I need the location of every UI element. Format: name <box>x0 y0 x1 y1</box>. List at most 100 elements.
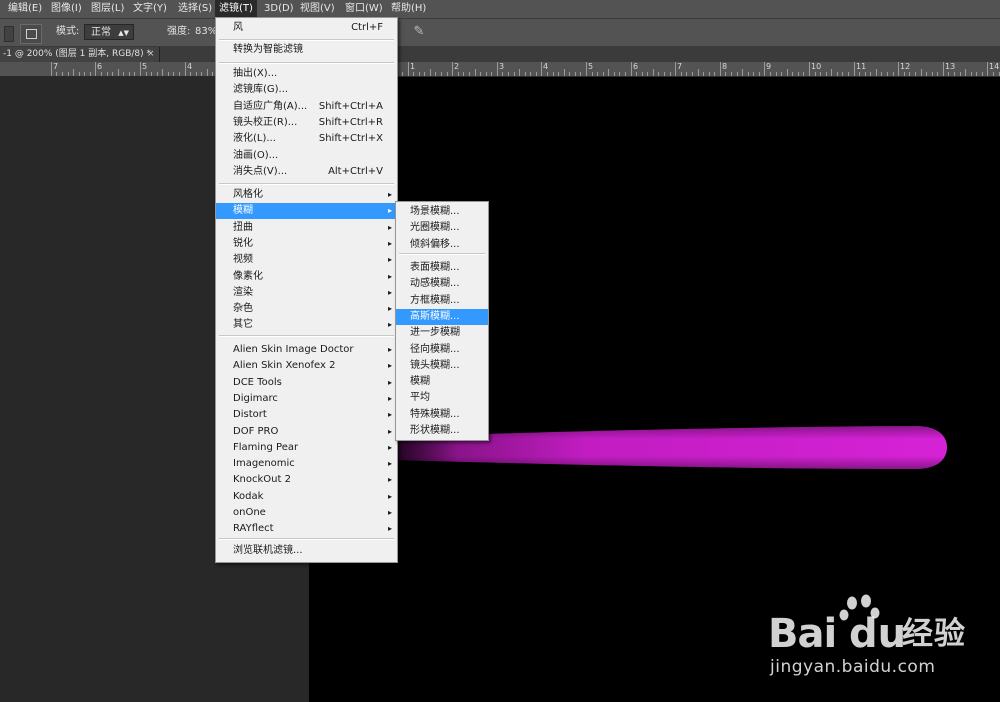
document-tab[interactable]: -1 @ 200% (图层 1 副本, RGB/8) * × <box>0 47 160 62</box>
blur-item-7[interactable]: 高斯模糊... <box>396 308 488 325</box>
ruler-minor-tick <box>424 72 425 76</box>
ruler-minor-tick <box>954 72 955 76</box>
filter-category-6[interactable]: 像素化 ▸ <box>216 269 397 285</box>
blur-item-14[interactable]: 形状模糊... <box>396 423 488 439</box>
blur-item-6[interactable]: 方框模糊... <box>396 293 488 309</box>
filter-category-3[interactable]: 扭曲 ▸ <box>216 220 397 236</box>
horizontal-ruler[interactable]: 76543210123456789101112131415 <box>0 62 1000 77</box>
filter-category-4[interactable]: 锐化 ▸ <box>216 236 397 252</box>
filter-category-9[interactable]: 其它 ▸ <box>216 317 397 333</box>
plugin-filter-3[interactable]: DCE Tools ▸ <box>216 375 397 391</box>
plugin-filter-2[interactable]: Alien Skin Xenofex 2 ▸ <box>216 358 397 374</box>
filter-item-1[interactable]: 抽出(X)... <box>216 66 397 82</box>
menu-window[interactable]: 窗口(W) <box>341 0 387 18</box>
ruler-minor-tick <box>430 69 431 76</box>
filter-category-1[interactable]: 风格化 ▸ <box>216 187 397 203</box>
filter-item-4-shortcut: Shift+Ctrl+R <box>318 116 383 128</box>
plugin-filter-6-label: DOF PRO <box>233 425 279 437</box>
plugin-filter-10[interactable]: Kodak ▸ <box>216 489 397 505</box>
filter-category-8[interactable]: 杂色 ▸ <box>216 301 397 317</box>
convert-smart-filter-item[interactable]: 转换为智能滤镜 <box>216 42 397 58</box>
filter-item-2[interactable]: 滤镜库(G)... <box>216 82 397 98</box>
brush-preset-icon[interactable] <box>20 24 42 44</box>
menu-select[interactable]: 选择(S) <box>174 0 216 18</box>
filter-category-7[interactable]: 渲染 ▸ <box>216 285 397 301</box>
ruler-major-tick <box>631 62 632 76</box>
menu-3d[interactable]: 3D(D) <box>260 0 298 18</box>
pressure-brush-icon[interactable]: ✎ <box>410 23 428 41</box>
blur-item-9[interactable]: 径向模糊... <box>396 342 488 358</box>
plugin-filter-1-label: Alien Skin Image Doctor <box>233 344 354 355</box>
blur-item-3[interactable]: 倾斜偏移... <box>396 237 488 253</box>
menu-layer[interactable]: 图层(L) <box>87 0 128 18</box>
menu-image[interactable]: 图像(I) <box>47 0 86 18</box>
plugin-filter-1[interactable]: Alien Skin Image Doctor ▸ <box>216 342 397 358</box>
menu-filter[interactable]: 滤镜(T) <box>215 0 257 18</box>
plugin-filter-7-label: Flaming Pear <box>233 441 299 453</box>
submenu-arrow-icon: ▸ <box>387 426 392 436</box>
browse-online-filters-item[interactable]: 浏览联机滤镜... <box>216 543 397 559</box>
ruler-minor-tick <box>976 72 977 76</box>
ruler-minor-tick <box>904 72 905 76</box>
ruler-minor-tick <box>73 69 74 76</box>
plugin-filter-12[interactable]: RAYflect ▸ <box>216 521 397 537</box>
last-filter-item[interactable]: 风 Ctrl+F <box>216 20 397 36</box>
plugin-filter-7[interactable]: Flaming Pear ▸ <box>216 440 397 456</box>
ruler-minor-tick <box>982 72 983 76</box>
strength-value[interactable]: 83% <box>195 25 217 39</box>
plugin-filter-8[interactable]: Imagenomic ▸ <box>216 456 397 472</box>
close-icon[interactable]: × <box>147 47 155 62</box>
blur-item-8[interactable]: 进一步模糊 <box>396 325 488 341</box>
filter-item-6[interactable]: 油画(O)... <box>216 148 397 164</box>
blur-item-4[interactable]: 表面模糊... <box>396 260 488 276</box>
ruler-label: 11 <box>856 62 867 71</box>
ruler-minor-tick <box>536 72 537 76</box>
ruler-minor-tick <box>625 72 626 76</box>
ruler-minor-tick <box>519 69 520 76</box>
ruler-minor-tick <box>781 72 782 76</box>
ruler-minor-tick <box>107 72 108 76</box>
menu-edit[interactable]: 编辑(E) <box>4 0 46 18</box>
filter-category-2[interactable]: 模糊 ▸ <box>216 203 397 220</box>
filter-category-3-label: 扭曲 <box>233 221 253 233</box>
browse-online-filters-label: 浏览联机滤镜... <box>233 545 303 556</box>
filter-item-7[interactable]: 消失点(V)... Alt+Ctrl+V <box>216 164 397 180</box>
blur-item-10[interactable]: 镜头模糊... <box>396 358 488 374</box>
menu-type[interactable]: 文字(Y) <box>129 0 171 18</box>
ruler-minor-tick <box>619 72 620 76</box>
blur-item-2[interactable]: 光圈模糊... <box>396 220 488 236</box>
plugin-filter-5-label: Distort <box>233 409 267 421</box>
filter-item-3[interactable]: 自适应广角(A)... Shift+Ctrl+A <box>216 99 397 115</box>
blur-item-8-label: 进一步模糊 <box>410 327 460 339</box>
blur-item-1[interactable]: 场景模糊... <box>396 204 488 220</box>
menu-view[interactable]: 视图(V) <box>296 0 339 18</box>
ruler-minor-tick <box>820 72 821 76</box>
ruler-minor-tick <box>463 72 464 76</box>
tool-preset-dropdown[interactable] <box>4 26 14 42</box>
plugin-filter-11[interactable]: onOne ▸ <box>216 505 397 521</box>
blur-item-12[interactable]: 平均 <box>396 390 488 406</box>
ruler-major-tick <box>51 62 52 76</box>
ruler-major-tick <box>987 62 988 76</box>
plugin-filter-9[interactable]: KnockOut 2 ▸ <box>216 472 397 488</box>
filter-category-4-label: 锐化 <box>233 237 253 249</box>
blur-item-14-label: 形状模糊... <box>410 425 460 436</box>
menu-help[interactable]: 帮助(H) <box>387 0 430 18</box>
plugin-filter-6[interactable]: DOF PRO ▸ <box>216 424 397 440</box>
ruler-minor-tick <box>887 72 888 76</box>
blur-item-11[interactable]: 模糊 <box>396 374 488 390</box>
ruler-major-tick <box>720 62 721 76</box>
mode-select[interactable]: 正常 ▲▼ <box>84 24 134 40</box>
mode-value: 正常 <box>91 27 111 38</box>
ruler-minor-tick <box>134 72 135 76</box>
filter-category-5[interactable]: 视频 ▸ <box>216 252 397 268</box>
ruler-minor-tick <box>915 72 916 76</box>
plugin-filter-4[interactable]: Digimarc ▸ <box>216 391 397 407</box>
ruler-minor-tick <box>603 72 604 76</box>
plugin-filter-5[interactable]: Distort ▸ <box>216 407 397 423</box>
filter-item-4[interactable]: 镜头校正(R)... Shift+Ctrl+R <box>216 115 397 131</box>
ruler-minor-tick <box>84 72 85 76</box>
blur-item-5[interactable]: 动感模糊... <box>396 276 488 292</box>
blur-item-13[interactable]: 特殊模糊... <box>396 407 488 423</box>
filter-item-5[interactable]: 液化(L)... Shift+Ctrl+X <box>216 131 397 147</box>
